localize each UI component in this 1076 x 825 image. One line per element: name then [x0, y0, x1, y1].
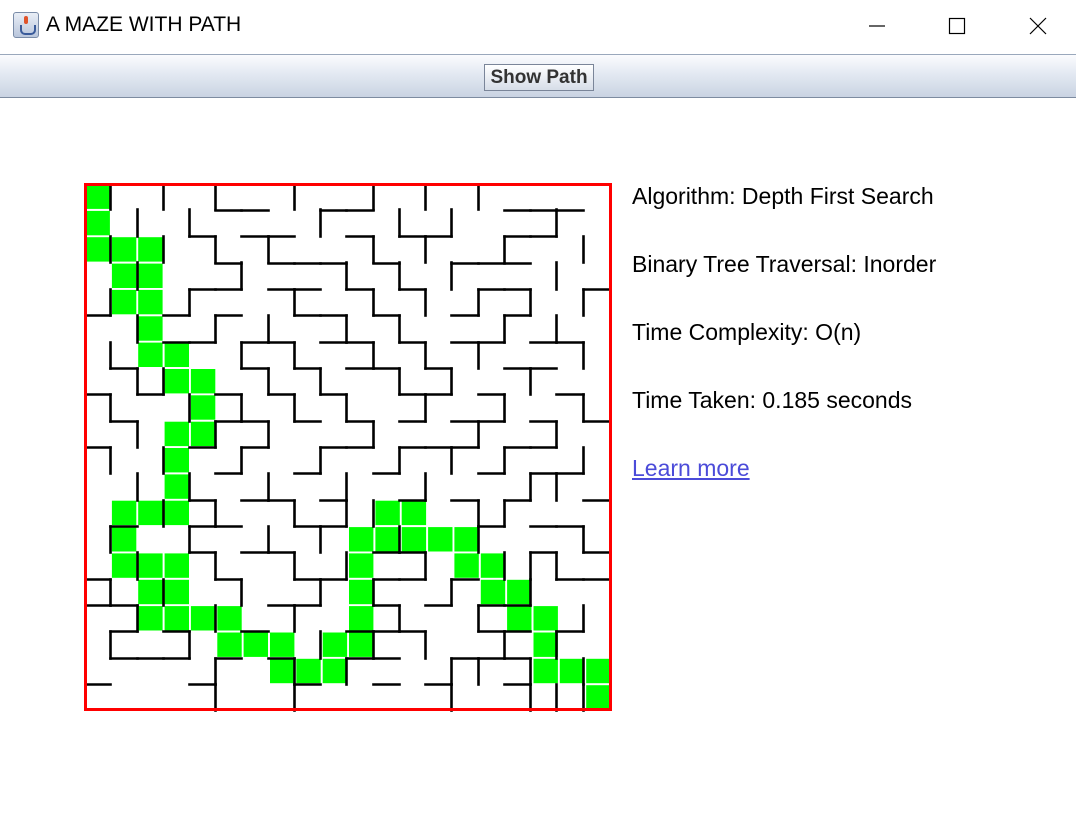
path-cell — [138, 500, 163, 526]
path-cell — [533, 632, 558, 657]
path-cell — [322, 658, 348, 684]
path-cell — [533, 658, 558, 684]
path-cell — [190, 606, 216, 631]
path-cell — [164, 421, 189, 447]
path-cell — [164, 553, 189, 578]
path-cell — [349, 553, 374, 578]
path-cell — [480, 553, 506, 578]
path-cell — [164, 579, 189, 605]
path-cell — [138, 579, 163, 605]
path-cell — [164, 342, 189, 367]
algorithm-label: Algorithm: Depth First Search — [632, 183, 934, 209]
show-path-button[interactable]: Show Path — [484, 64, 594, 91]
path-cell — [111, 500, 137, 526]
path-cell — [111, 553, 137, 578]
path-cell — [111, 527, 137, 552]
learn-more-link[interactable]: Learn more — [632, 455, 750, 481]
path-cell — [164, 474, 189, 499]
maze-canvas — [84, 183, 612, 712]
path-cell — [138, 237, 163, 262]
traversal-label: Binary Tree Traversal: Inorder — [632, 251, 937, 277]
path-cell — [164, 606, 189, 631]
path-cell — [322, 632, 348, 657]
path-cell — [164, 500, 189, 526]
path-cell — [111, 237, 137, 262]
path-cell — [586, 658, 611, 684]
path-cell — [270, 632, 295, 657]
path-cell — [454, 553, 479, 578]
java-app-icon — [13, 12, 39, 38]
title-bar: A MAZE WITH PATH — [0, 0, 1076, 52]
path-cell — [138, 289, 163, 315]
path-cell — [138, 263, 163, 288]
path-cell — [111, 289, 137, 315]
path-cell — [85, 237, 110, 262]
path-cell — [138, 316, 163, 341]
window-title: A MAZE WITH PATH — [46, 13, 242, 36]
info-panel: Algorithm: Depth First Search Binary Tre… — [632, 182, 936, 482]
path-cell — [428, 527, 453, 552]
path-cell — [296, 658, 321, 684]
minimize-icon — [869, 25, 885, 27]
path-cell — [401, 500, 427, 526]
maximize-button[interactable] — [943, 12, 971, 40]
path-cell — [138, 553, 163, 578]
path-cell — [164, 448, 189, 473]
path-cell — [533, 606, 558, 631]
close-icon — [1029, 17, 1047, 35]
close-button[interactable] — [1024, 12, 1052, 40]
path-cell — [270, 658, 295, 684]
path-cell — [190, 395, 216, 420]
path-cell — [349, 579, 374, 605]
path-cell — [243, 632, 268, 657]
path-cell — [586, 685, 611, 710]
path-cell — [559, 658, 585, 684]
path-cell — [507, 579, 532, 605]
complexity-label: Time Complexity: O(n) — [632, 319, 862, 345]
path-cell — [85, 210, 110, 236]
toolbar: Show Path — [0, 54, 1076, 98]
path-cell — [164, 369, 189, 394]
path-cell — [85, 184, 110, 209]
path-cell — [375, 500, 400, 526]
time-taken-label: Time Taken: 0.185 seconds — [632, 387, 912, 413]
path-cell — [454, 527, 479, 552]
path-cell — [217, 632, 242, 657]
path-cell — [349, 632, 374, 657]
path-cell — [111, 263, 137, 288]
path-cell — [217, 606, 242, 631]
minimize-button[interactable] — [863, 12, 891, 40]
path-cell — [138, 606, 163, 631]
path-cell — [349, 606, 374, 631]
path-cell — [190, 369, 216, 394]
path-cell — [349, 527, 374, 552]
path-cell — [507, 606, 532, 631]
path-cell — [138, 342, 163, 367]
path-cell — [190, 421, 216, 447]
path-cell — [375, 527, 400, 552]
maze-walls — [84, 183, 611, 712]
path-cell — [480, 579, 506, 605]
maximize-icon — [948, 17, 966, 35]
path-cell — [401, 527, 427, 552]
